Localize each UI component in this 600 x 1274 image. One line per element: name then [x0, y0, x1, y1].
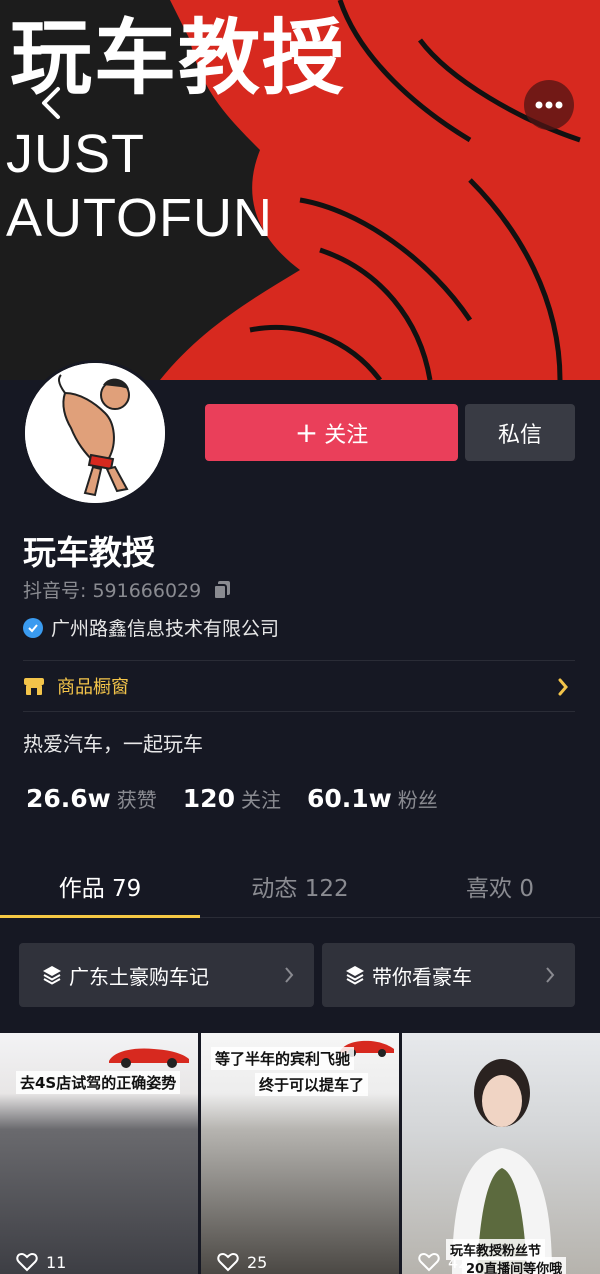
- message-button[interactable]: 私信: [465, 404, 575, 461]
- collection-label: 广东土豪购车记: [69, 964, 209, 989]
- stat-label: 关注: [240, 788, 281, 812]
- shop-icon: [24, 678, 44, 695]
- layers-icon: [346, 966, 364, 985]
- message-label: 私信: [497, 422, 542, 448]
- content-tabs: 作品 79 动态 122 喜欢 0: [0, 856, 600, 918]
- red-car-icon: [109, 1048, 189, 1068]
- bio: 热爱汽车，一起玩车: [23, 732, 203, 756]
- verification-row: 广州路鑫信息技术有限公司: [23, 614, 279, 641]
- banner-slogan: JUST AUTOFUN: [6, 122, 273, 250]
- avatar[interactable]: [22, 360, 168, 506]
- video-thumbnail[interactable]: 玩车教授粉丝节 20直播间等你哦 42: [402, 1033, 600, 1274]
- divider: [23, 711, 575, 712]
- video-caption-line1: 等了半年的宾利飞驰: [211, 1047, 355, 1070]
- shop-label: 商品橱窗: [57, 677, 129, 698]
- profile-name: 玩车教授: [23, 533, 155, 572]
- like-count-value: 42: [448, 1252, 469, 1272]
- video-caption: 去4S店试驾的正确姿势: [16, 1071, 181, 1094]
- stat-value: 60.1w: [306, 784, 392, 813]
- video-grid: 去4S店试驾的正确姿势 11 等了半年的宾利飞驰 终于可以提车了 25 玩车教授…: [0, 1033, 600, 1274]
- shop-window-row[interactable]: 商品橱窗: [23, 661, 575, 711]
- stat-label: 粉丝: [397, 788, 438, 812]
- tab-works[interactable]: 作品 79: [0, 856, 200, 918]
- avatar-illustration: [25, 363, 165, 503]
- banner-slogan-line2: AUTOFUN: [6, 188, 274, 248]
- collection-item[interactable]: 广东土豪购车记: [19, 943, 314, 1007]
- more-dots-icon: [535, 101, 563, 109]
- stat-followers[interactable]: 60.1w 粉丝: [307, 784, 438, 813]
- layers-icon: [43, 966, 61, 985]
- tab-likes[interactable]: 喜欢 0: [400, 856, 600, 916]
- verified-org: 广州路鑫信息技术有限公司: [51, 618, 280, 640]
- tab-posts[interactable]: 动态 122: [200, 856, 400, 916]
- like-count: 42: [418, 1252, 468, 1272]
- heart-icon: [16, 1252, 38, 1272]
- like-count: 11: [16, 1252, 66, 1272]
- like-count-value: 11: [46, 1252, 67, 1272]
- copy-icon[interactable]: [211, 579, 233, 601]
- stats-row: 26.6w 获赞 120 关注 60.1w 粉丝: [26, 784, 464, 813]
- chevron-right-icon: [285, 967, 294, 983]
- follow-label: 关注: [324, 422, 369, 448]
- video-caption-line2: 20直播间等你哦: [462, 1257, 567, 1274]
- stat-label: 获赞: [116, 788, 157, 812]
- stat-following[interactable]: 120 关注: [183, 784, 281, 813]
- chevron-right-icon: [546, 967, 555, 983]
- heart-icon: [217, 1252, 239, 1272]
- follow-button[interactable]: + 关注: [205, 404, 458, 461]
- stat-likes: 26.6w 获赞: [26, 784, 157, 813]
- plus-icon: +: [294, 415, 319, 449]
- douyin-id-row: 抖音号: 591666029: [23, 576, 233, 603]
- profile-banner: 玩车教授 JUST AUTOFUN: [0, 0, 600, 380]
- collection-item[interactable]: 带你看豪车: [322, 943, 575, 1007]
- more-options-button[interactable]: [524, 80, 574, 130]
- chevron-right-icon: [558, 678, 568, 696]
- collections-row: 广东土豪购车记 带你看豪车: [19, 943, 575, 1007]
- douyin-id: 抖音号: 591666029: [23, 580, 202, 602]
- verified-check-icon: [23, 617, 43, 638]
- stat-value: 120: [182, 784, 235, 813]
- video-thumbnail[interactable]: 等了半年的宾利飞驰 终于可以提车了 25: [201, 1033, 399, 1274]
- stat-value: 26.6w: [26, 784, 111, 813]
- chevron-left-icon: [42, 87, 60, 119]
- like-count-value: 25: [247, 1252, 268, 1272]
- back-button[interactable]: [28, 80, 74, 126]
- video-caption-line2: 终于可以提车了: [255, 1073, 369, 1096]
- banner-slogan-line1: JUST: [6, 124, 145, 184]
- heart-icon: [418, 1252, 440, 1272]
- collection-label: 带你看豪车: [372, 964, 472, 989]
- like-count: 25: [217, 1252, 267, 1272]
- video-thumbnail[interactable]: 去4S店试驾的正确姿势 11: [0, 1033, 198, 1274]
- presenter-figure: [452, 1059, 552, 1274]
